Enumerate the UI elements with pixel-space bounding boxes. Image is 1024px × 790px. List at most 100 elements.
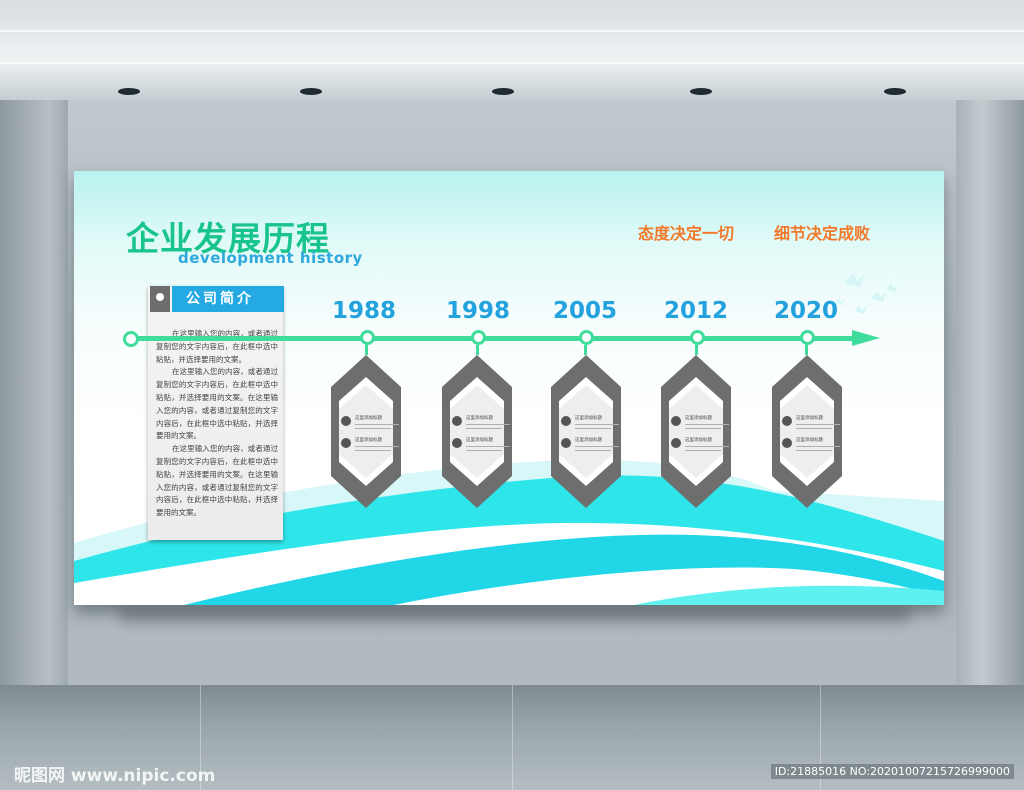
card-row: 这里添加标题 (782, 415, 840, 437)
timeline-line (130, 336, 856, 341)
card-rows: 这里添加标题 这里添加标题 (452, 415, 510, 459)
slogan-1: 态度决定一切 (638, 224, 735, 243)
timeline-card: 这里添加标题 这里添加标题 (331, 355, 401, 508)
row-line (796, 446, 840, 447)
row-line (796, 450, 832, 451)
user-icon (341, 438, 351, 448)
row-line (355, 428, 391, 429)
ceiling-lamp (300, 88, 322, 95)
ceiling-lamp (884, 88, 906, 95)
timeline-start-node (123, 331, 139, 347)
user-icon (452, 438, 462, 448)
timeline-stem (476, 345, 479, 355)
timeline-stem (695, 345, 698, 355)
timeline-node (690, 330, 705, 345)
row-line (685, 424, 729, 425)
right-pillar (954, 100, 1024, 690)
intro-paragraph: 在这里输入您的内容，或者通过复制您的文字内容后，在此框中选中粘贴，并选择要用的文… (156, 329, 278, 364)
ceiling (0, 0, 1024, 100)
row-line (685, 428, 721, 429)
row-line (466, 446, 510, 447)
intro-paragraph: 在这里输入您的内容，或者通过复制您的文字内容后，在此框中选中粘贴，并选择要用的文… (156, 444, 278, 518)
user-icon (782, 438, 792, 448)
user-icon (341, 416, 351, 426)
row-line (466, 450, 502, 451)
row-title: 这里添加标题 (796, 438, 823, 443)
timeline-year: 2005 (552, 298, 617, 324)
intro-text: 在这里输入您的内容，或者通过复制您的文字内容后，在此框中选中粘贴，并选择要用的文… (156, 328, 278, 520)
timeline-stem (805, 345, 808, 355)
timeline-card: 这里添加标题 这里添加标题 (551, 355, 621, 508)
timeline-card: 这里添加标题 这里添加标题 (661, 355, 731, 508)
row-title: 这里添加标题 (355, 416, 382, 421)
card-row: 这里添加标题 (671, 437, 729, 459)
user-icon (671, 416, 681, 426)
row-title: 这里添加标题 (796, 416, 823, 421)
watermark-left: 昵图网 www.nipic.com (14, 766, 216, 786)
row-title: 这里添加标题 (355, 438, 382, 443)
floor-tile-line (512, 685, 513, 790)
row-title: 这里添加标题 (575, 416, 602, 421)
timeline-card: 这里添加标题 这里添加标题 (442, 355, 512, 508)
slogan-2: 细节决定成败 (774, 224, 871, 243)
card-row: 这里添加标题 (782, 437, 840, 459)
row-title: 这里添加标题 (685, 438, 712, 443)
timeline-year: 1988 (331, 298, 396, 324)
row-line (685, 450, 721, 451)
ceiling-lamp (690, 88, 712, 95)
watermark-right: ID:21885016 NO:20201007215726999000 (770, 764, 1014, 779)
row-line (575, 424, 619, 425)
row-line (575, 446, 619, 447)
timeline-year: 2012 (663, 298, 728, 324)
row-line (355, 424, 399, 425)
ceiling-lamp (492, 88, 514, 95)
row-line (355, 450, 391, 451)
intro-heading: 公司简介 (172, 286, 284, 312)
timeline-node (360, 330, 375, 345)
row-line (575, 450, 611, 451)
card-row: 这里添加标题 (561, 415, 619, 437)
ceiling-lamp (118, 88, 140, 95)
row-title: 这里添加标题 (466, 416, 493, 421)
card-rows: 这里添加标题 这里添加标题 (782, 415, 840, 459)
user-icon (561, 438, 571, 448)
ceiling-line (0, 62, 1024, 64)
row-title: 这里添加标题 (466, 438, 493, 443)
user-icon (671, 438, 681, 448)
timeline-stem (584, 345, 587, 355)
page-subtitle: development history (178, 249, 363, 267)
card-rows: 这里添加标题 这里添加标题 (561, 415, 619, 459)
timeline-year: 2020 (773, 298, 838, 324)
row-line (355, 446, 399, 447)
row-line (796, 428, 832, 429)
card-row: 这里添加标题 (452, 415, 510, 437)
card-rows: 这里添加标题 这里添加标题 (671, 415, 729, 459)
card-row: 这里添加标题 (671, 415, 729, 437)
timeline-card: 这里添加标题 这里添加标题 (772, 355, 842, 508)
card-row: 这里添加标题 (341, 437, 399, 459)
timeline-node (800, 330, 815, 345)
intro-pin-icon (156, 293, 164, 301)
timeline-node (579, 330, 594, 345)
user-icon (561, 416, 571, 426)
row-title: 这里添加标题 (685, 416, 712, 421)
left-pillar (0, 100, 70, 690)
timeline-year: 1998 (445, 298, 510, 324)
timeline-stem (365, 345, 368, 355)
user-icon (782, 416, 792, 426)
ceiling-line (0, 30, 1024, 32)
user-icon (452, 416, 462, 426)
row-line (796, 424, 840, 425)
intro-paragraph: 在这里输入您的内容，或者通过复制您的文字内容后，在此框中选中粘贴，并选择要用的文… (156, 367, 278, 441)
row-line (466, 424, 510, 425)
row-title: 这里添加标题 (575, 438, 602, 443)
card-row: 这里添加标题 (561, 437, 619, 459)
board-shadow (120, 606, 910, 622)
row-line (466, 428, 502, 429)
card-row: 这里添加标题 (341, 415, 399, 437)
card-row: 这里添加标题 (452, 437, 510, 459)
timeline-arrow-icon (852, 330, 880, 346)
row-line (685, 446, 729, 447)
row-line (575, 428, 611, 429)
card-rows: 这里添加标题 这里添加标题 (341, 415, 399, 459)
